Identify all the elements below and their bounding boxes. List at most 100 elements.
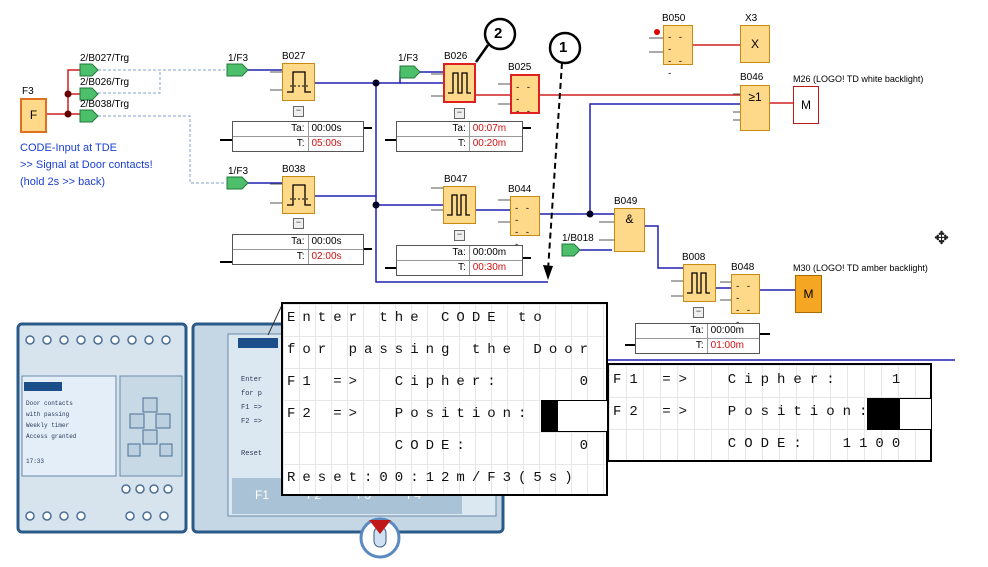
display-line-5: CODE: 0 [287,438,596,454]
pulse-icon [287,184,311,206]
display-line-3: F1 => Cipher: 0 [287,374,596,390]
text-display-large: Enter the CODE to for passing the Door F… [281,302,609,496]
m30-label: M30 (LOGO! TD amber backlight) [793,263,928,273]
b027-collapse-icon[interactable]: − [293,106,304,117]
callout-1: 1 [559,39,568,56]
b026-params[interactable]: Ta: 00:07m T: 00:20m [396,121,523,152]
display-line-1: F1 => Cipher: 1 [613,372,909,388]
f3-input-block[interactable]: F [20,98,47,133]
b025-block[interactable]: - - -- - - [510,74,540,129]
device-left-screen: Door contacts with passing Weekly timer … [26,398,76,467]
t-label: T: [233,250,309,264]
b047-collapse-icon[interactable]: − [454,230,465,241]
x3-label: X3 [745,13,758,24]
ta-value: 00:00m [710,325,744,336]
b046-label: B046 [740,72,764,83]
and-symbol: & [625,212,634,226]
x3-symbol: X [750,37,759,51]
connector-out-b027: 2/B027/Trg [80,53,130,64]
b047-params[interactable]: Ta: 00:00m T: 00:30m [396,245,523,276]
ta-label: Ta: [397,246,470,260]
b050-label: B050 [662,13,686,24]
t-value: 01:00m [710,340,744,351]
text-display-small: F1 => Cipher: 1 F2 => Position: CODE: 11… [607,363,932,462]
t-label: T: [233,137,309,151]
b027-params[interactable]: Ta: 00:00s T: 05:00s [232,121,364,152]
t-value: 05:00s [311,138,342,149]
t-label: T: [397,137,470,151]
dash-icon: - - -- - - [667,33,684,79]
screen-line: Reset [241,450,263,458]
ta-value: 00:00s [311,236,342,247]
connector-in-b038: 1/F3 [228,166,249,177]
b008-params[interactable]: Ta: 00:00m T: 01:00m [635,323,760,354]
m30-flag-block[interactable]: M [795,275,822,313]
ta-label: Ta: [233,122,309,136]
b008-collapse-icon[interactable]: − [693,307,704,318]
f1-key[interactable]: F1 [238,488,286,502]
b038-params[interactable]: Ta: 00:00s T: 02:00s [232,234,364,265]
screen-line: F2 => [241,418,263,426]
x3-block[interactable]: X [740,25,770,63]
position-slider[interactable] [867,398,932,430]
b038-collapse-icon[interactable]: − [293,218,304,229]
device-right-screen: Enter for p F1 => F2 => Reset [241,373,262,461]
t-label: T: [636,339,708,353]
b038-timer-block[interactable] [282,176,315,214]
t-value: 02:00s [311,251,342,262]
note-line-3: (hold 2s >> back) [20,176,105,188]
display-line-2: for passing the Door [287,342,596,358]
pulse-icon [687,272,710,294]
b027-label: B027 [282,51,306,62]
callout-2: 2 [494,25,503,42]
b049-and-block[interactable]: & [614,208,645,252]
screen-line: with passing [26,411,70,418]
b008-label: B008 [682,252,706,263]
ta-label: Ta: [636,324,708,338]
b047-label: B047 [444,174,468,185]
b026-timer-block[interactable] [443,63,476,103]
b027-timer-block[interactable] [282,63,315,101]
note-line-2: >> Signal at Door contacts! [20,159,153,171]
position-slider-fill [868,399,900,429]
connector-in-b027: 1/F3 [228,53,249,64]
t-value: 00:30m [472,262,507,273]
f3-symbol: F [29,108,38,122]
f3-label: F3 [22,86,34,97]
code-input-note: CODE-Input at TDE >> Signal at Door cont… [20,140,153,191]
pulse-icon [287,71,311,93]
ta-label: Ta: [233,235,309,249]
display-line-6: Reset:00:12m/F3(5s) [287,470,580,486]
connector-in-b026: 1/F3 [398,53,419,64]
display-line-3: CODE: 1100 [613,436,909,452]
ta-value: 00:00s [311,123,342,134]
position-slider-fill [542,401,558,431]
b050-block[interactable]: - - -- - - [663,25,693,79]
b044-label: B044 [508,184,532,195]
b025-label: B025 [508,62,532,73]
b044-block[interactable]: - - -- - - [510,196,540,250]
screen-line: Enter [241,376,263,384]
b026-collapse-icon[interactable]: − [454,108,465,119]
b048-block[interactable]: - - -- - - [731,274,760,328]
pulse-icon [447,194,470,216]
display-line-4: F2 => Position: [287,406,534,422]
dash-icon: - - -- - - [735,282,752,328]
position-slider[interactable] [541,400,609,432]
b047-timer-block[interactable] [443,186,476,224]
connector-in-b049: 1/B018 [562,233,594,244]
screen-time: 17:33 [26,458,45,465]
connector-out-b038: 2/B038/Trg [80,99,130,110]
screen-line: Weekly timer [26,422,70,429]
or-symbol: ≥1 [748,90,762,104]
b038-label: B038 [282,164,306,175]
move-cursor-icon: ✥ [934,228,950,248]
b046-or-block[interactable]: ≥1 [740,85,770,131]
b008-timer-block[interactable] [683,264,716,302]
connector-out-b026: 2/B026/Trg [80,77,130,88]
t-label: T: [397,261,470,275]
m26-flag-block[interactable]: M [793,86,819,124]
screen-line: F1 => [241,404,263,412]
screen-line: Door contacts [26,400,73,407]
b049-label: B049 [614,196,638,207]
